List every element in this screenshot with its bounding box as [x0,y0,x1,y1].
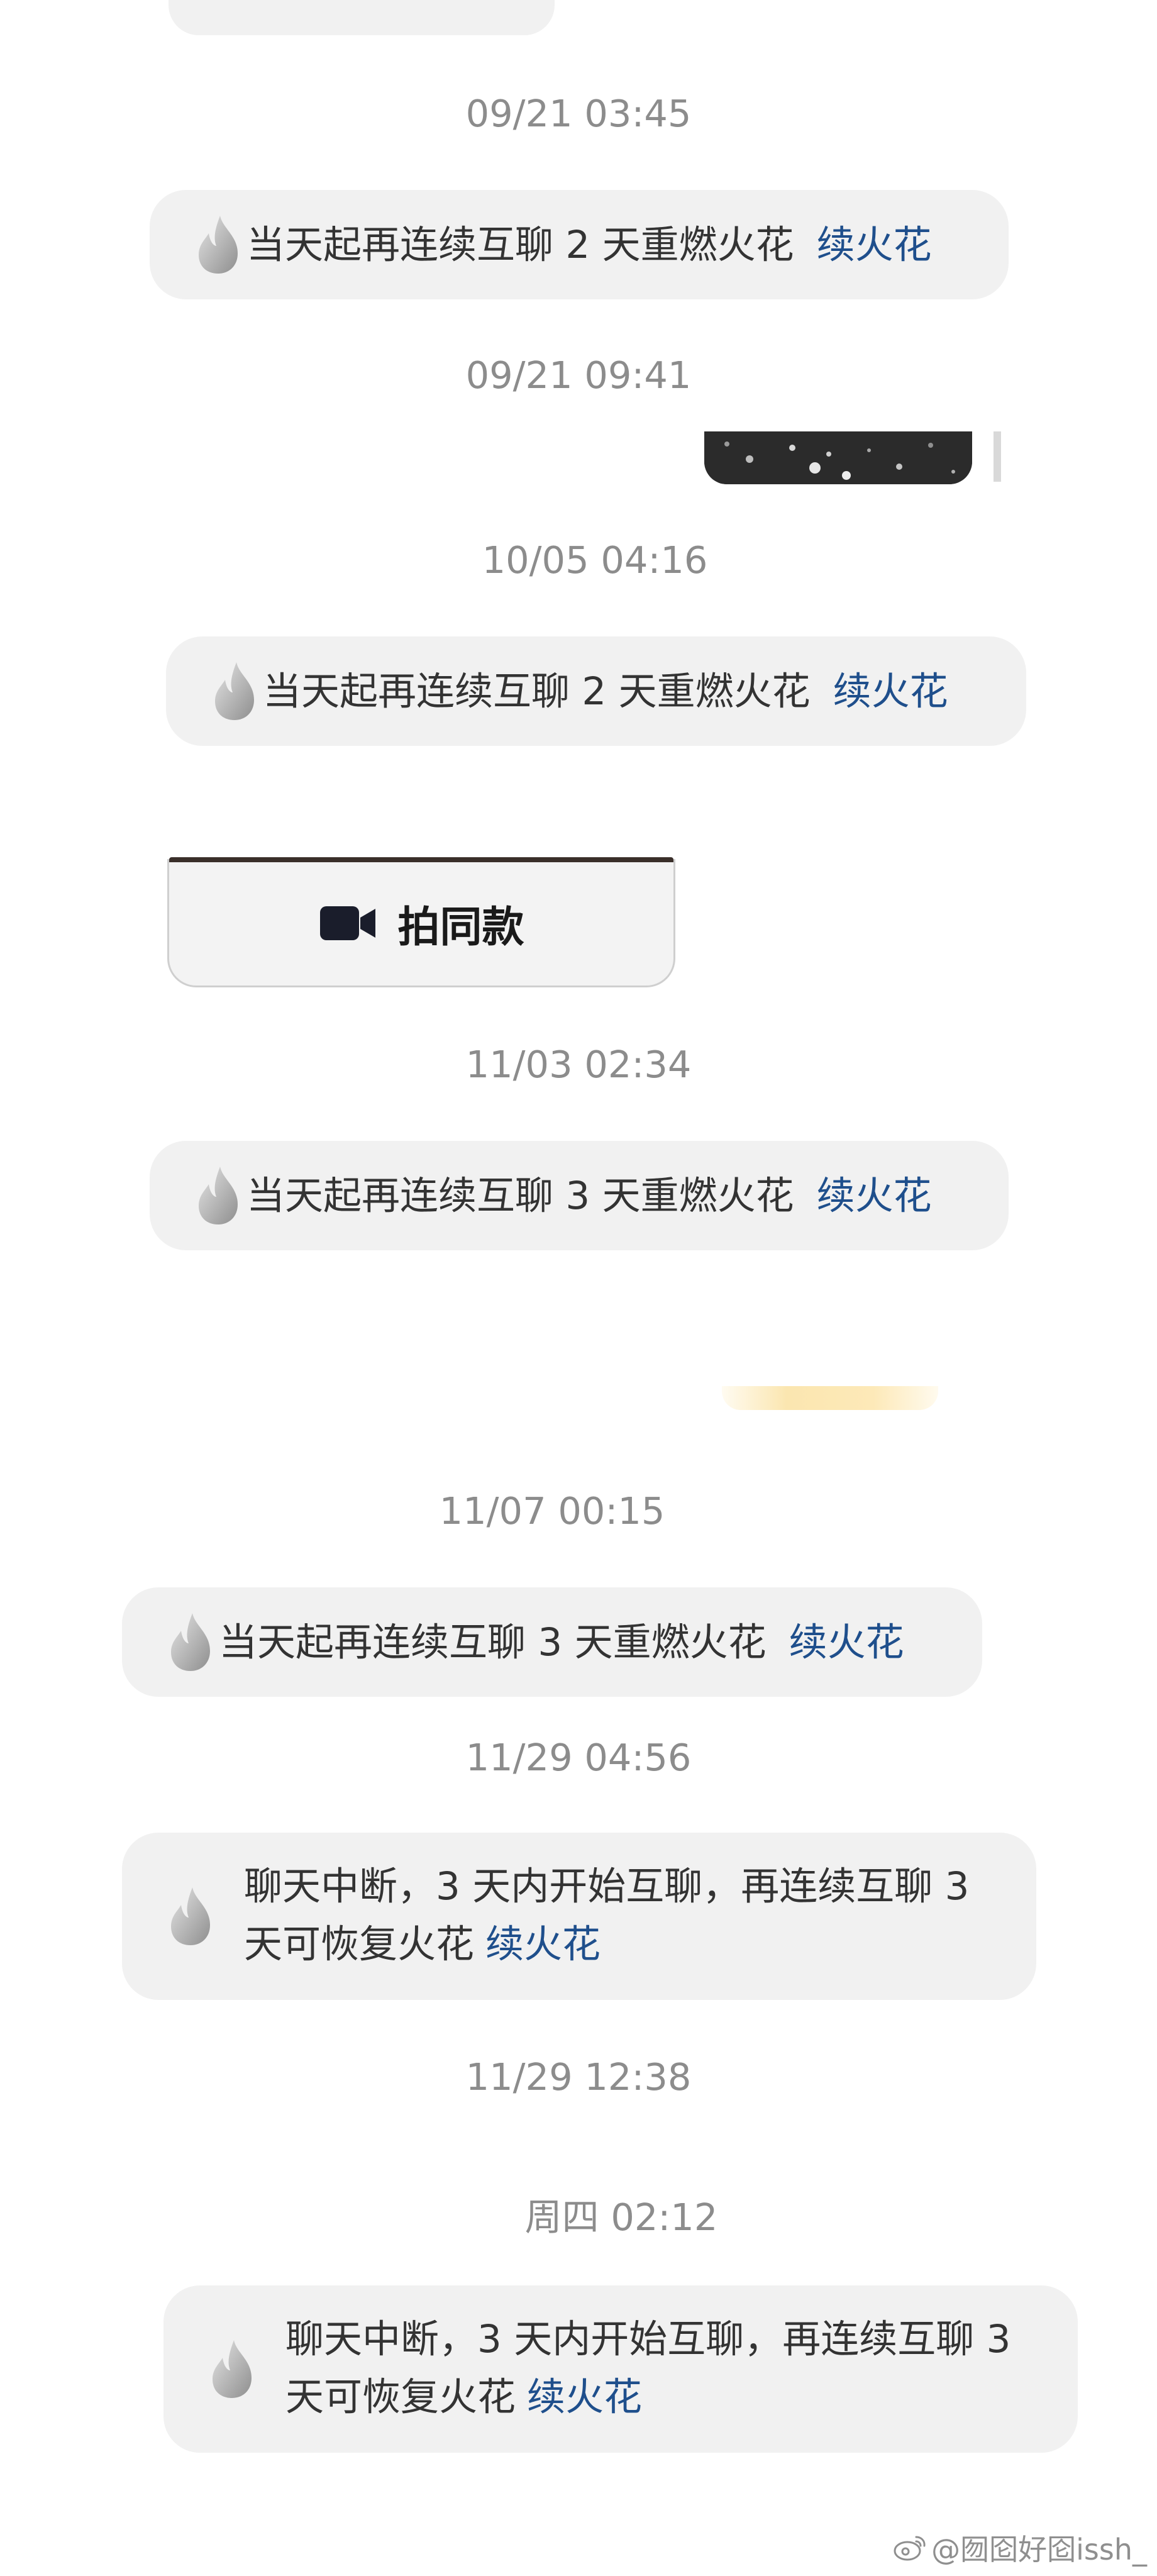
spark-notice-bubble: 当天起再连续互聊 3 天重燃火花 续火花 [150,1141,1009,1250]
renew-spark-link[interactable]: 续火花 [817,226,932,264]
timestamp: 11/07 00:15 [439,1489,665,1533]
spark-notice-text: 当天起再连续互聊 2 天重燃火花 [246,222,794,267]
image-message[interactable] [704,431,972,484]
timestamp: 11/29 12:38 [465,2055,692,2099]
renew-spark-link[interactable]: 续火花 [817,1177,932,1215]
video-preview-edge [169,857,673,862]
watermark: @囫囵好囵issh_ [894,2527,1147,2568]
previous-message-bubble [169,0,555,35]
same-style-button[interactable]: 拍同款 [167,857,675,987]
spark-notice-bubble: 当天起再连续互聊 3 天重燃火花 续火花 [122,1587,982,1697]
interrupt-notice-line-2-text: 天可恢复火花 [285,2375,516,2419]
image-message[interactable] [722,1386,938,1410]
same-style-label: 拍同款 [397,902,524,952]
renew-spark-link[interactable]: 续火花 [833,672,948,711]
timestamp: 11/29 04:56 [465,1736,692,1779]
image-edge [994,431,1001,482]
flame-icon [197,214,239,275]
timestamp: 11/03 02:34 [465,1043,692,1086]
interrupt-notice-line-2-text: 天可恢复火花 [244,1922,475,1967]
spark-interrupt-bubble: 聊天中断，3 天内开始互聊，再连续互聊 3 天可恢复火花 续火花 [122,1833,1036,2000]
flame-icon [211,2339,253,2399]
timestamp: 10/05 04:16 [482,538,708,582]
watermark-text: @囫囵好囵issh_ [931,2533,1147,2567]
interrupt-notice-line-2: 天可恢复火花 续火花 [244,1916,1017,1974]
flame-icon [170,1612,211,1672]
spark-notice-text: 当天起再连续互聊 3 天重燃火花 [246,1173,794,1218]
spark-notice-bubble: 当天起再连续互聊 2 天重燃火花 续火花 [166,636,1026,746]
timestamp: 周四 02:12 [524,2196,718,2239]
flame-icon [197,1165,239,1226]
interrupt-notice-line-2: 天可恢复火花 续火花 [285,2368,1059,2426]
interrupt-notice-text: 聊天中断，3 天内开始互聊，再连续互聊 3 天可恢复火花 续火花 [285,2311,1059,2426]
timestamp: 09/21 09:41 [465,353,692,397]
spark-notice-bubble: 当天起再连续互聊 2 天重燃火花 续火花 [150,190,1009,299]
flame-icon [214,661,255,721]
timestamp: 09/21 03:45 [465,92,692,135]
interrupt-notice-text: 聊天中断，3 天内开始互聊，再连续互聊 3 天可恢复火花 续火花 [244,1858,1017,1974]
spark-interrupt-bubble: 聊天中断，3 天内开始互聊，再连续互聊 3 天可恢复火花 续火花 [163,2285,1078,2453]
video-camera-icon [319,906,375,940]
renew-spark-link[interactable]: 续火花 [789,1623,904,1662]
renew-spark-link[interactable]: 续火花 [527,2375,642,2419]
spark-notice-text: 当天起再连续互聊 3 天重燃火花 [219,1619,767,1665]
renew-spark-link[interactable]: 续火花 [485,1922,601,1967]
flame-icon [170,1886,211,1946]
interrupt-notice-line-1: 聊天中断，3 天内开始互聊，再连续互聊 3 [285,2317,1011,2362]
interrupt-notice-line-1: 聊天中断，3 天内开始互聊，再连续互聊 3 [244,1864,970,1909]
weibo-logo-icon [894,2536,926,2561]
spark-notice-text: 当天起再连续互聊 2 天重燃火花 [263,669,811,714]
image-content [704,431,972,484]
